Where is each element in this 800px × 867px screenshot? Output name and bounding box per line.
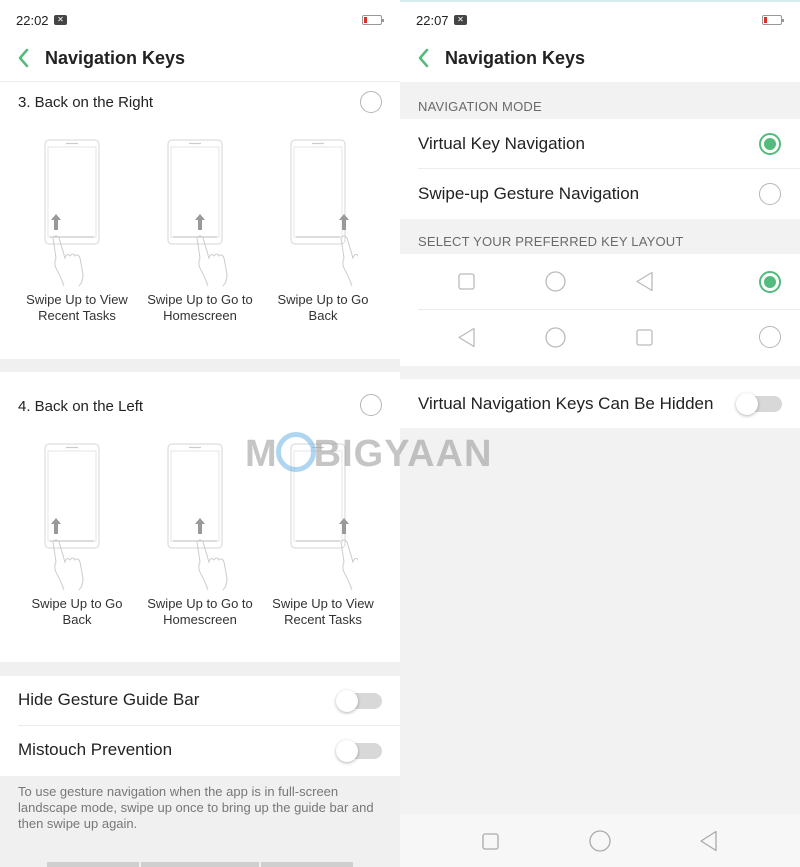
home-circle-icon <box>545 327 566 348</box>
row-label: Virtual Navigation Keys Can Be Hidden <box>418 394 714 413</box>
hide-gesture-guide-bar-row[interactable]: Hide Gesture Guide Bar <box>0 676 400 726</box>
status-bar: 22:07 ✕ <box>400 0 800 40</box>
row-label: Mistouch Prevention <box>18 740 173 759</box>
option-back-on-left[interactable]: 4. Back on the Left Swipe Up to Go Back … <box>0 372 400 662</box>
recents-square-icon <box>636 329 653 346</box>
phone-swipe-illustration <box>44 443 100 591</box>
illustration-left: Swipe Up to Go Back <box>22 442 132 628</box>
section-gap <box>0 359 400 372</box>
chevron-left-icon[interactable] <box>414 46 434 70</box>
status-time: 22:07 <box>416 13 449 28</box>
back-triangle-icon <box>458 327 475 348</box>
phone-swipe-illustration <box>290 443 358 591</box>
virtual-keys-hidden-row[interactable]: Virtual Navigation Keys Can Be Hidden <box>400 379 800 428</box>
left-screen: 22:02 ✕ Navigation Keys 3. Back on the R… <box>0 0 400 867</box>
phone-swipe-illustration <box>44 139 100 287</box>
virtual-keys-hidden-toggle[interactable] <box>736 393 782 415</box>
illustration-right: Swipe Up to Go Back <box>268 138 378 324</box>
system-nav-bar <box>400 814 800 867</box>
illustration-center: Swipe Up to Go to Homescreen <box>145 138 255 324</box>
row-label: Swipe-up Gesture Navigation <box>418 184 640 203</box>
recents-square-icon[interactable] <box>482 833 499 850</box>
bottom-tab[interactable] <box>141 862 259 867</box>
section-heading: SELECT YOUR PREFERRED KEY LAYOUT <box>418 234 684 249</box>
swipe-up-gesture-navigation-row[interactable]: Swipe-up Gesture Navigation <box>400 169 800 219</box>
home-circle-icon <box>545 271 566 292</box>
page-title: Navigation Keys <box>445 48 586 68</box>
option-back-on-right[interactable]: 3. Back on the Right Swipe Up to View Re… <box>0 83 400 359</box>
key-layout-option-2[interactable] <box>400 310 800 366</box>
illustration-right: Swipe Up to View Recent Tasks <box>268 442 378 628</box>
mistouch-prevention-row[interactable]: Mistouch Prevention <box>0 726 400 776</box>
illustration-caption: Swipe Up to Go Back <box>277 292 369 323</box>
recents-square-icon <box>458 273 475 290</box>
illustration-caption: Swipe Up to View Recent Tasks <box>26 292 128 323</box>
option-radio[interactable] <box>360 91 382 113</box>
option-radio[interactable] <box>360 394 382 416</box>
right-screen: 22:07 ✕ Navigation Keys NAVIGATION MODE … <box>400 0 800 867</box>
gesture-note: To use gesture navigation when the app i… <box>18 784 374 831</box>
illustration-caption: Swipe Up to Go Back <box>31 596 123 627</box>
navigation-mode-heading: NAVIGATION MODE <box>400 90 800 122</box>
illustration-left: Swipe Up to View Recent Tasks <box>22 138 132 324</box>
battery-low-icon <box>762 15 784 25</box>
chevron-left-icon[interactable] <box>14 46 34 70</box>
virtual-key-navigation-row[interactable]: Virtual Key Navigation <box>400 119 800 169</box>
key-layout-heading: SELECT YOUR PREFERRED KEY LAYOUT <box>400 226 800 254</box>
virtual-key-navigation-radio[interactable] <box>759 133 781 155</box>
x-notification-icon: ✕ <box>454 15 467 25</box>
mistouch-prevention-toggle[interactable] <box>336 740 382 762</box>
home-circle-icon[interactable] <box>589 830 611 852</box>
bottom-tab[interactable] <box>47 862 139 867</box>
app-header: Navigation Keys <box>0 40 400 82</box>
hide-gesture-guide-bar-toggle[interactable] <box>336 690 382 712</box>
section-heading: NAVIGATION MODE <box>418 99 542 114</box>
option-title: 3. Back on the Right <box>18 94 154 111</box>
status-time: 22:02 <box>16 13 49 28</box>
bottom-tab[interactable] <box>261 862 353 867</box>
row-label: Hide Gesture Guide Bar <box>18 690 200 709</box>
illustration-caption: Swipe Up to Go to Homescreen <box>147 292 253 323</box>
phone-swipe-illustration <box>167 139 228 287</box>
section-gap <box>0 662 400 676</box>
key-layout-radio-2[interactable] <box>759 326 781 348</box>
back-triangle-icon <box>636 271 653 292</box>
illustration-caption: Swipe Up to Go to Homescreen <box>147 596 253 627</box>
battery-low-icon <box>362 15 384 25</box>
app-header: Navigation Keys <box>400 40 800 82</box>
key-layout-option-1[interactable] <box>400 254 800 310</box>
page-title: Navigation Keys <box>45 48 186 68</box>
key-layout-radio-1[interactable] <box>759 271 781 293</box>
swipe-up-gesture-navigation-radio[interactable] <box>759 183 781 205</box>
illustration-center: Swipe Up to Go to Homescreen <box>145 442 255 628</box>
back-triangle-icon[interactable] <box>699 830 718 852</box>
status-bar: 22:02 ✕ <box>0 0 400 40</box>
phone-swipe-illustration <box>167 443 228 591</box>
option-title: 4. Back on the Left <box>18 398 144 415</box>
illustration-caption: Swipe Up to View Recent Tasks <box>272 596 374 627</box>
phone-swipe-illustration <box>290 139 358 287</box>
row-label: Virtual Key Navigation <box>418 134 585 153</box>
x-notification-icon: ✕ <box>54 15 67 25</box>
